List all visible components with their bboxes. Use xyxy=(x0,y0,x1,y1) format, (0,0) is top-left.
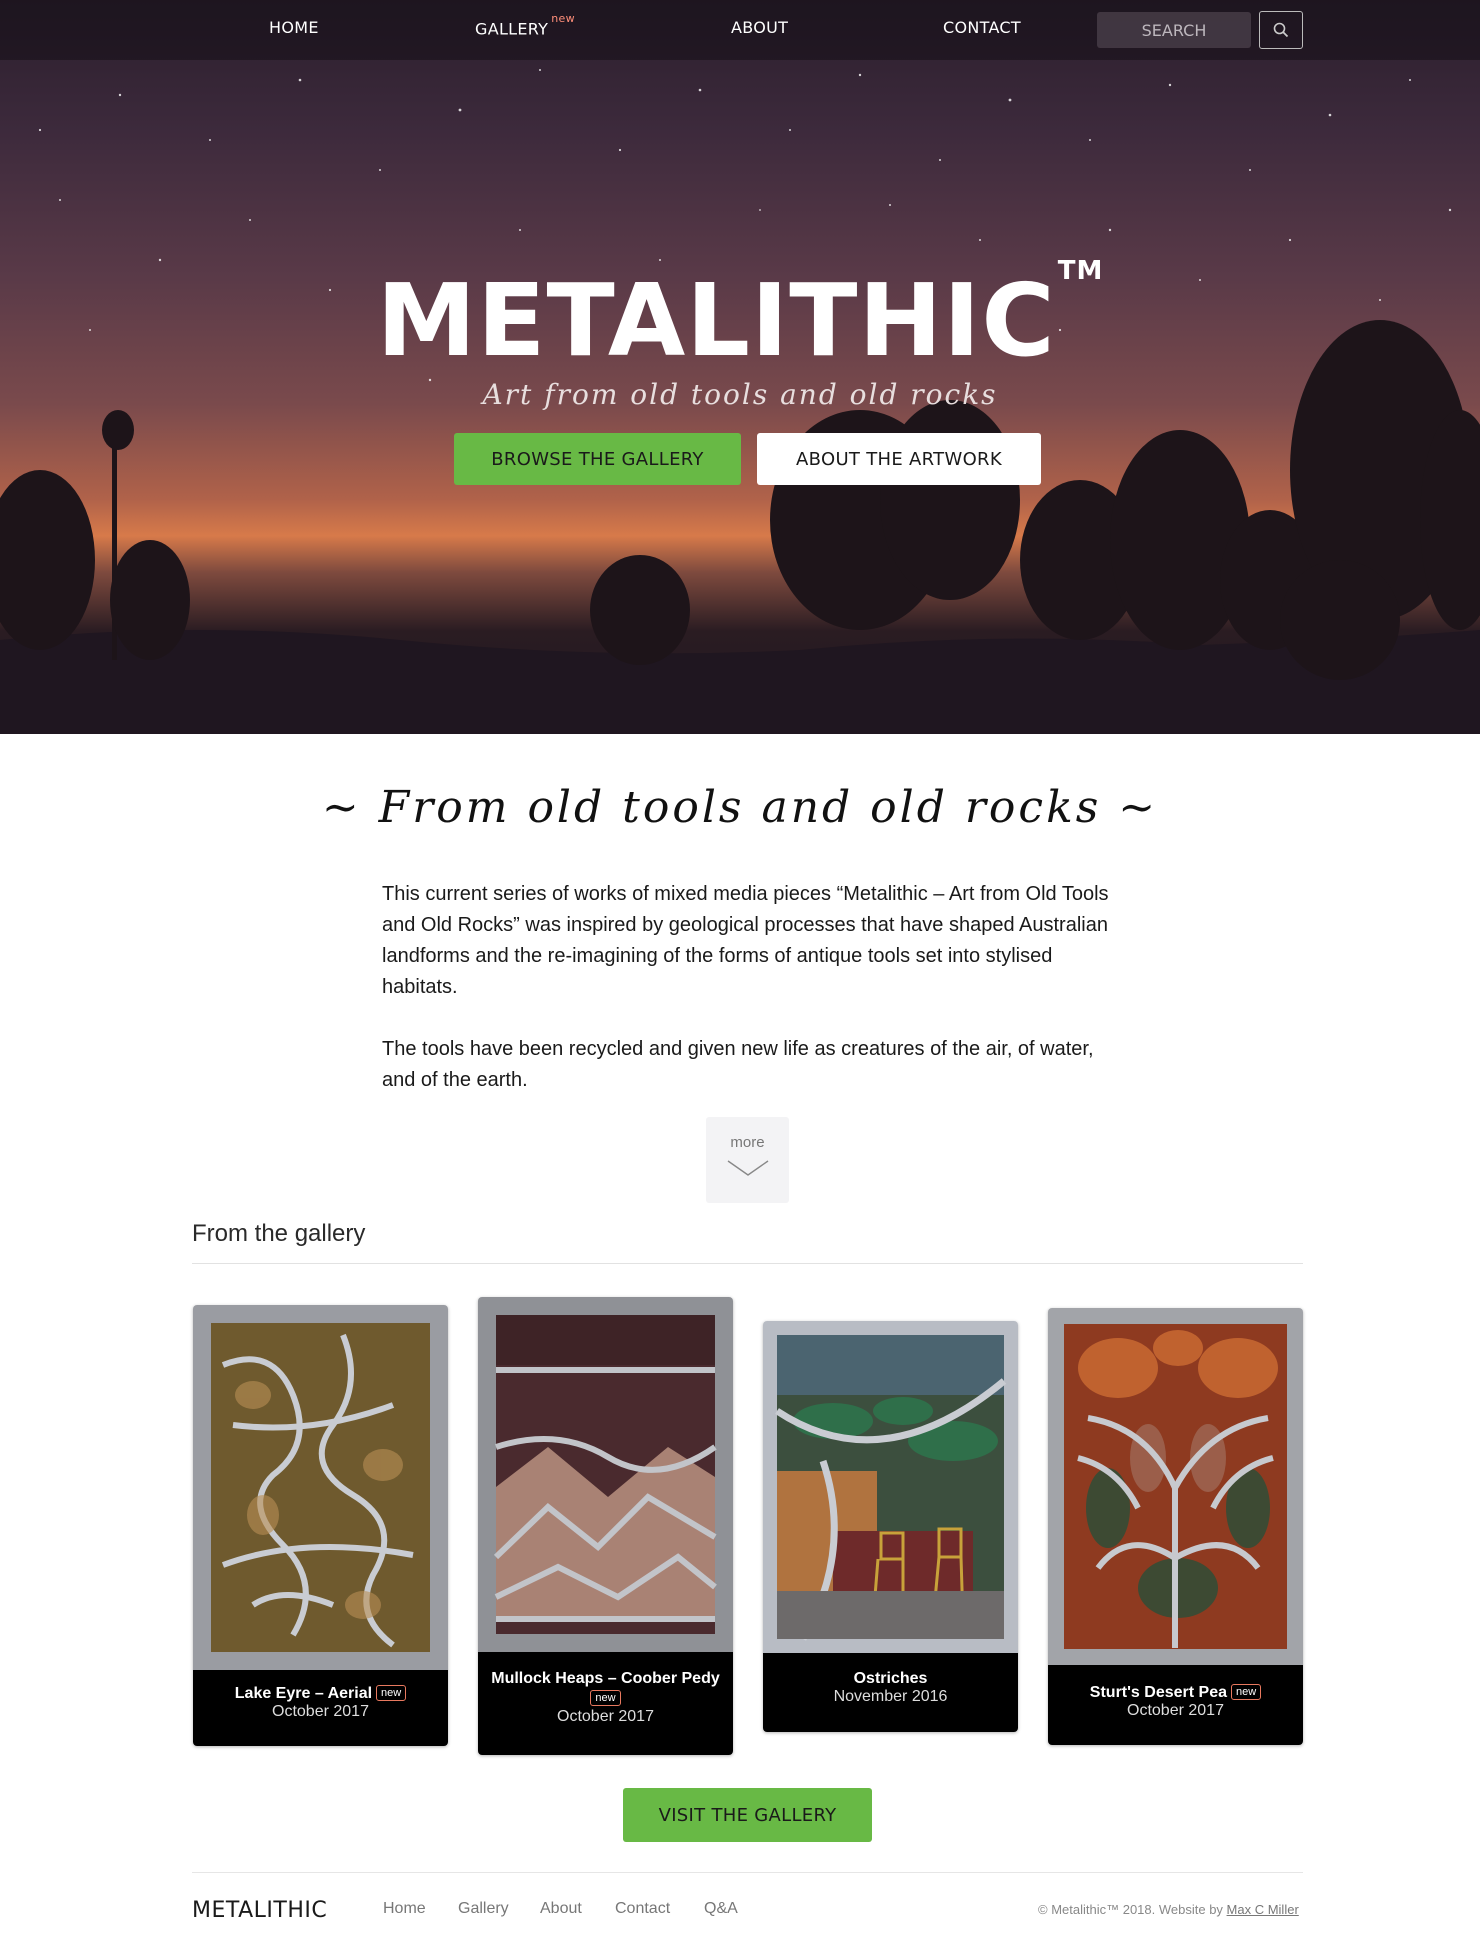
divider xyxy=(192,1263,1303,1264)
footer-link-about[interactable]: About xyxy=(540,1900,582,1918)
hero-title-text: METALITHIC xyxy=(376,262,1056,379)
gallery-card-ostriches[interactable]: Ostriches November 2016 xyxy=(763,1321,1018,1732)
nav-gallery[interactable]: GALLERYnew xyxy=(475,12,575,39)
card-date: November 2016 xyxy=(833,1688,948,1705)
copyright: © Metalithic™ 2018. Website by Max C Mil… xyxy=(1038,1902,1299,1917)
new-badge: new xyxy=(376,1685,407,1701)
hero-title: METALITHICTM xyxy=(0,256,1480,379)
hero-subtitle: Art from old tools and old rocks xyxy=(482,378,998,411)
gallery-card-sturts-desert-pea[interactable]: Sturt's Desert Pea new October 2017 xyxy=(1048,1308,1303,1745)
nav-contact-label: CONTACT xyxy=(943,18,1021,37)
card-title: Ostriches xyxy=(853,1670,928,1687)
card-title: Sturt's Desert Pea xyxy=(1089,1684,1227,1701)
footer-divider xyxy=(192,1872,1303,1873)
search-input[interactable] xyxy=(1097,12,1251,48)
about-artwork-button[interactable]: ABOUT THE ARTWORK xyxy=(757,433,1041,485)
intro-heading: ~ From old tools and old rocks ~ xyxy=(321,782,1159,833)
nav-about-label: ABOUT xyxy=(731,18,789,37)
footer-link-gallery[interactable]: Gallery xyxy=(458,1900,509,1918)
trademark-symbol: TM xyxy=(1057,256,1104,286)
artwork-image xyxy=(193,1305,448,1670)
artwork-image xyxy=(1048,1308,1303,1665)
nav-new-badge: new xyxy=(551,12,575,25)
nav-about[interactable]: ABOUT xyxy=(731,18,788,37)
intro-paragraph-1: This current series of works of mixed me… xyxy=(382,883,1109,998)
author-link[interactable]: Max C Miller xyxy=(1227,1902,1299,1917)
card-date: October 2017 xyxy=(1127,1702,1224,1719)
new-badge: new xyxy=(1231,1684,1262,1700)
footer-link-qa[interactable]: Q&A xyxy=(704,1900,738,1918)
copyright-text: © Metalithic™ 2018. Website by xyxy=(1038,1902,1223,1917)
search-button[interactable] xyxy=(1259,11,1303,49)
footer-logo[interactable]: METALITHIC xyxy=(192,1898,327,1923)
nav-contact[interactable]: CONTACT xyxy=(943,18,1021,37)
browse-gallery-button[interactable]: BROWSE THE GALLERY xyxy=(454,433,741,485)
visit-gallery-button[interactable]: VISIT THE GALLERY xyxy=(623,1788,872,1842)
card-title: Mullock Heaps – Coober Pedy xyxy=(491,1670,720,1687)
chevron-down-icon xyxy=(727,1160,768,1176)
card-date: October 2017 xyxy=(272,1703,369,1720)
more-label: more xyxy=(730,1134,765,1151)
hero-banner: HOME GALLERYnew ABOUT CONTACT METALITHIC… xyxy=(0,0,1480,734)
gallery-heading: From the gallery xyxy=(192,1220,366,1247)
card-title: Lake Eyre – Aerial xyxy=(234,1685,373,1702)
footer-link-home[interactable]: Home xyxy=(383,1900,426,1918)
nav-home-label: HOME xyxy=(269,18,319,37)
nav-gallery-label: GALLERY xyxy=(475,19,549,39)
new-badge: new xyxy=(590,1690,621,1706)
intro-paragraph-2: The tools have been recycled and given n… xyxy=(382,1038,1094,1091)
artwork-image xyxy=(478,1297,733,1652)
footer-link-contact[interactable]: Contact xyxy=(615,1900,670,1918)
gallery-card-mullock-heaps[interactable]: Mullock Heaps – Coober Pedy new October … xyxy=(478,1297,733,1755)
gallery-card-lake-eyre[interactable]: Lake Eyre – Aerial new October 2017 xyxy=(193,1305,448,1746)
search-icon xyxy=(1273,22,1289,38)
artwork-image xyxy=(763,1321,1018,1653)
card-date: October 2017 xyxy=(557,1708,654,1725)
nav-home[interactable]: HOME xyxy=(269,18,319,37)
more-button[interactable]: more xyxy=(706,1117,789,1203)
